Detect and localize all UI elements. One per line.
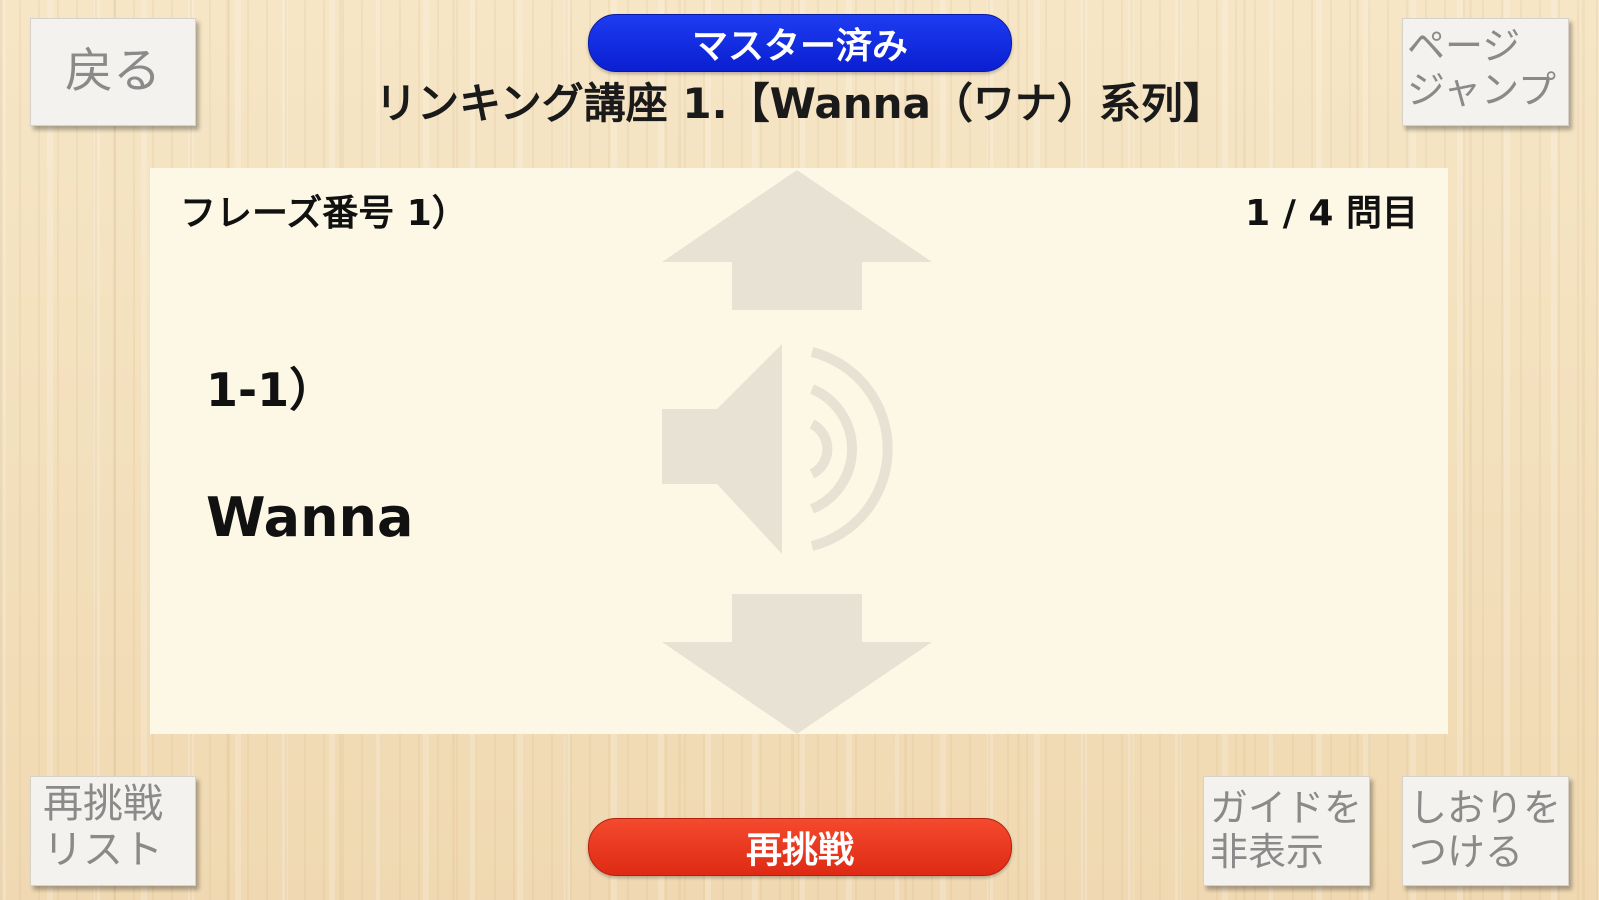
arrow-down-icon[interactable] (662, 594, 932, 734)
bookmark-label-line1: しおりを (1409, 786, 1562, 830)
phrase-text: Wanna (206, 486, 414, 549)
hide-guide-button[interactable]: ガイドを 非表示 (1203, 776, 1370, 886)
bookmark-button[interactable]: しおりを つける (1402, 776, 1569, 886)
retry-list-label-line2: リスト (43, 827, 163, 873)
lesson-title: リンキング講座 1.【Wanna（ワナ）系列】 (375, 79, 1225, 128)
item-number: 1-1） (206, 363, 336, 417)
bookmark-label-line2: つける (1409, 829, 1524, 874)
phrase-number-label: フレーズ番号 1） (180, 193, 468, 234)
hide-guide-label-line2: 非表示 (1210, 829, 1325, 874)
page-jump-label-line1: ページ (1407, 24, 1521, 68)
retry-list-button[interactable]: 再挑戦 リスト (30, 776, 196, 886)
hide-guide-label-line1: ガイドを (1210, 786, 1363, 830)
arrow-up-icon[interactable] (662, 170, 932, 310)
retry-button[interactable]: 再挑戦 (588, 818, 1012, 876)
retry-list-label-line1: 再挑戦 (43, 781, 163, 827)
page-jump-label-line2: ジャンプ (1407, 67, 1556, 112)
phrase-card[interactable]: フレーズ番号 1） 1 / 4 問目 1-1） Wanna (150, 168, 1448, 734)
speaker-icon[interactable] (662, 344, 932, 554)
back-button[interactable]: 戻る (30, 18, 196, 126)
question-progress: 1 / 4 問目 (1245, 193, 1418, 234)
mastered-button[interactable]: マスター済み (588, 14, 1012, 72)
page-jump-button[interactable]: ページ ジャンプ (1402, 18, 1569, 126)
